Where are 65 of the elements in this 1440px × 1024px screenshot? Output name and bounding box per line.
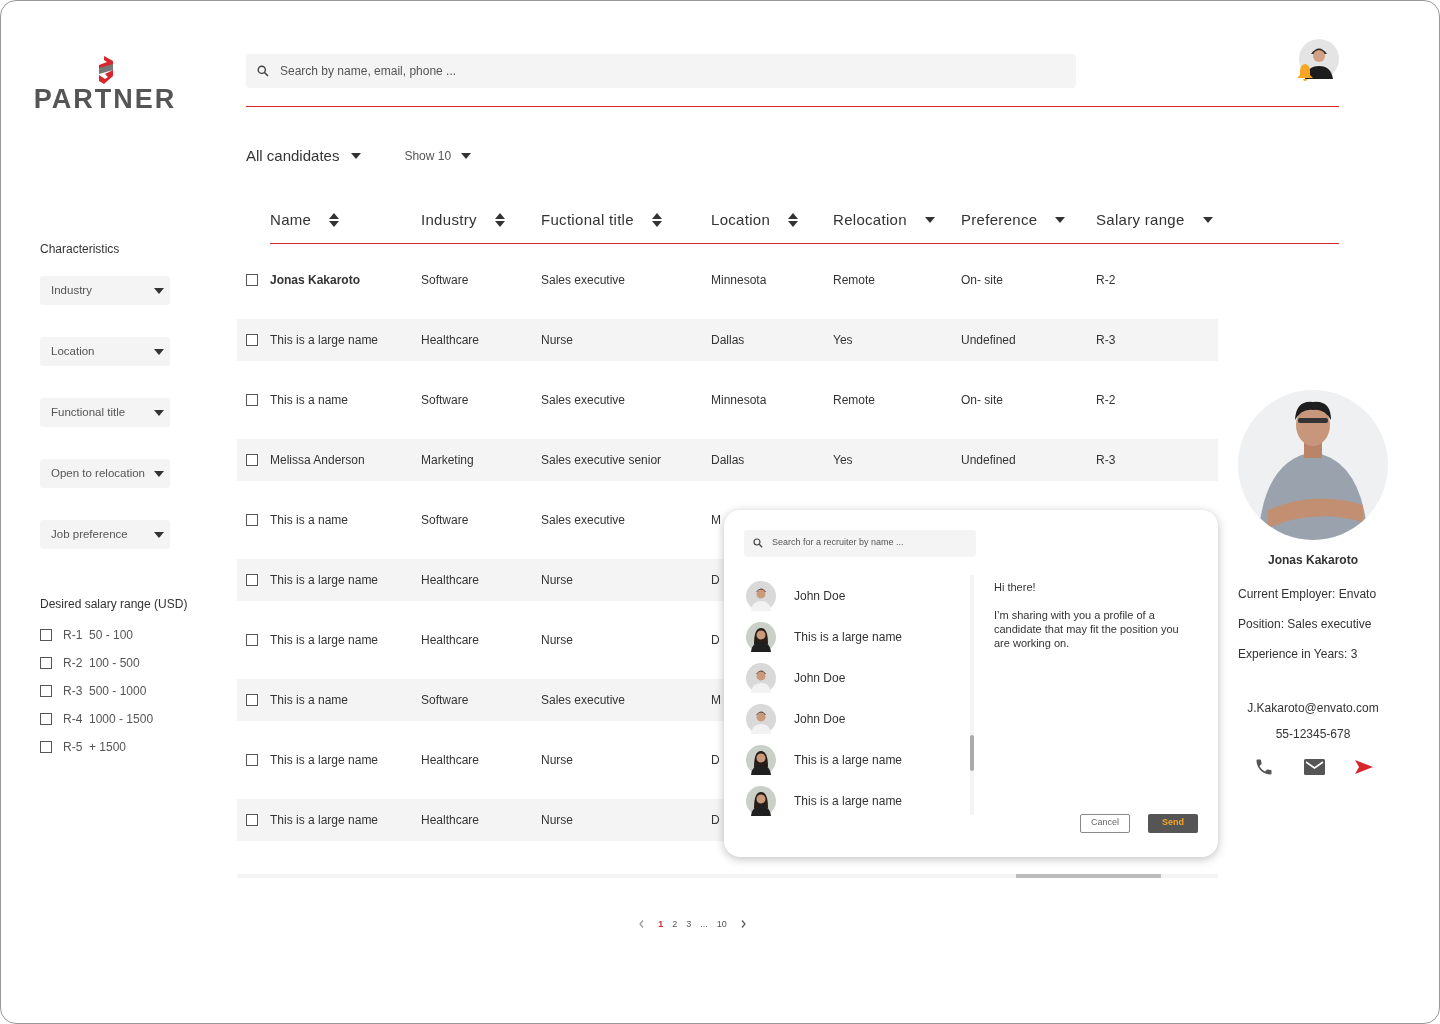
table-cell-text: This is a name bbox=[270, 511, 349, 529]
table-cell-text: Jonas Kakaroto bbox=[270, 271, 361, 289]
table-cell-text: On- site bbox=[961, 391, 1003, 409]
salary-option-label: R-2 100 - 500 bbox=[63, 655, 140, 672]
table-cell-text: Nurse bbox=[541, 751, 573, 769]
table-cell-text: M bbox=[711, 691, 721, 709]
profile-detail: Position: Sales executive bbox=[1238, 615, 1373, 633]
table-cell-text: Dallas bbox=[711, 331, 745, 349]
table-cell-text: D bbox=[711, 571, 720, 589]
table-cell-text: This is a name bbox=[270, 391, 349, 409]
table-cell-text: Undefined bbox=[961, 451, 1016, 469]
table-cell-text: Minnesota bbox=[711, 391, 767, 409]
table-cell-text: D bbox=[711, 751, 720, 769]
table-cell-text: Nurse bbox=[541, 631, 573, 649]
table-cell-text: This is a large name bbox=[270, 331, 379, 349]
profile-name: Jonas Kakaroto bbox=[1267, 551, 1359, 569]
table-cell-text: This is a large name bbox=[270, 631, 379, 649]
table-cell-text: This is a large name bbox=[270, 751, 379, 769]
table-cell-text: Software bbox=[421, 271, 469, 289]
table-cell-text: Healthcare bbox=[421, 751, 480, 769]
table-cell-text: R-2 bbox=[1096, 271, 1116, 289]
table-cell-text: Yes bbox=[833, 331, 853, 349]
salary-option-label: R-4 1000 - 1500 bbox=[63, 711, 154, 728]
table-cell-text: Nurse bbox=[541, 331, 573, 349]
table-cell-text: R-3 bbox=[1096, 451, 1116, 469]
profile-detail: Current Employer: Envato bbox=[1238, 585, 1378, 603]
table-cell-text: M bbox=[711, 511, 721, 529]
table-cell-text: Healthcare bbox=[421, 331, 480, 349]
table-cell-text: Software bbox=[421, 691, 469, 709]
table-cell-text: Healthcare bbox=[421, 571, 480, 589]
table-cell-text: Undefined bbox=[961, 331, 1016, 349]
table-cell-text: This is a large name bbox=[270, 571, 379, 589]
salary-option-label: R-5 + 1500 bbox=[63, 739, 127, 756]
table-cell-text: This is a large name bbox=[270, 811, 379, 829]
profile-detail: Experience in Years: 3 bbox=[1238, 645, 1359, 663]
table-cell-text: Yes bbox=[833, 451, 853, 469]
table-cell-text: D bbox=[711, 811, 720, 829]
table-cell-text: Healthcare bbox=[421, 631, 480, 649]
salary-title: Desired salary range (USD) bbox=[40, 596, 189, 613]
table-cell-text: Sales executive bbox=[541, 511, 626, 529]
table-cell-text: Minnesota bbox=[711, 271, 767, 289]
table-cell-text: Healthcare bbox=[421, 811, 480, 829]
table-cell-text: R-2 bbox=[1096, 391, 1116, 409]
table-cell-text: This is a name bbox=[270, 691, 349, 709]
table-cell-text: On- site bbox=[961, 271, 1003, 289]
sidebar-title: Characteristics bbox=[40, 241, 121, 258]
table-cell-text: Software bbox=[421, 391, 469, 409]
table-cell-text: Sales executive bbox=[541, 691, 626, 709]
table-cell-text: R-3 bbox=[1096, 331, 1116, 349]
table-cell-text: D bbox=[711, 631, 720, 649]
table-cell-text: Nurse bbox=[541, 811, 573, 829]
table-cell-text: Software bbox=[421, 511, 469, 529]
table-cell-text: Marketing bbox=[421, 451, 474, 469]
salary-option-label: R-1 50 - 100 bbox=[63, 627, 134, 644]
table-cell-text: Nurse bbox=[541, 571, 573, 589]
table-cell-text: Sales executive bbox=[541, 271, 626, 289]
table-cell-text: Melissa Anderson bbox=[270, 451, 365, 469]
logo-wordmark: PARTNER bbox=[33, 86, 177, 113]
table-cell-text: Sales executive bbox=[541, 391, 626, 409]
table-cell-text: Dallas bbox=[711, 451, 745, 469]
salary-option-label: R-3 500 - 1000 bbox=[63, 683, 147, 700]
table-cell-text: Remote bbox=[833, 271, 876, 289]
table-cell-text: Sales executive senior bbox=[541, 451, 662, 469]
profile-phone: 55-12345-678 bbox=[1275, 725, 1351, 743]
table-cell-text: Remote bbox=[833, 391, 876, 409]
